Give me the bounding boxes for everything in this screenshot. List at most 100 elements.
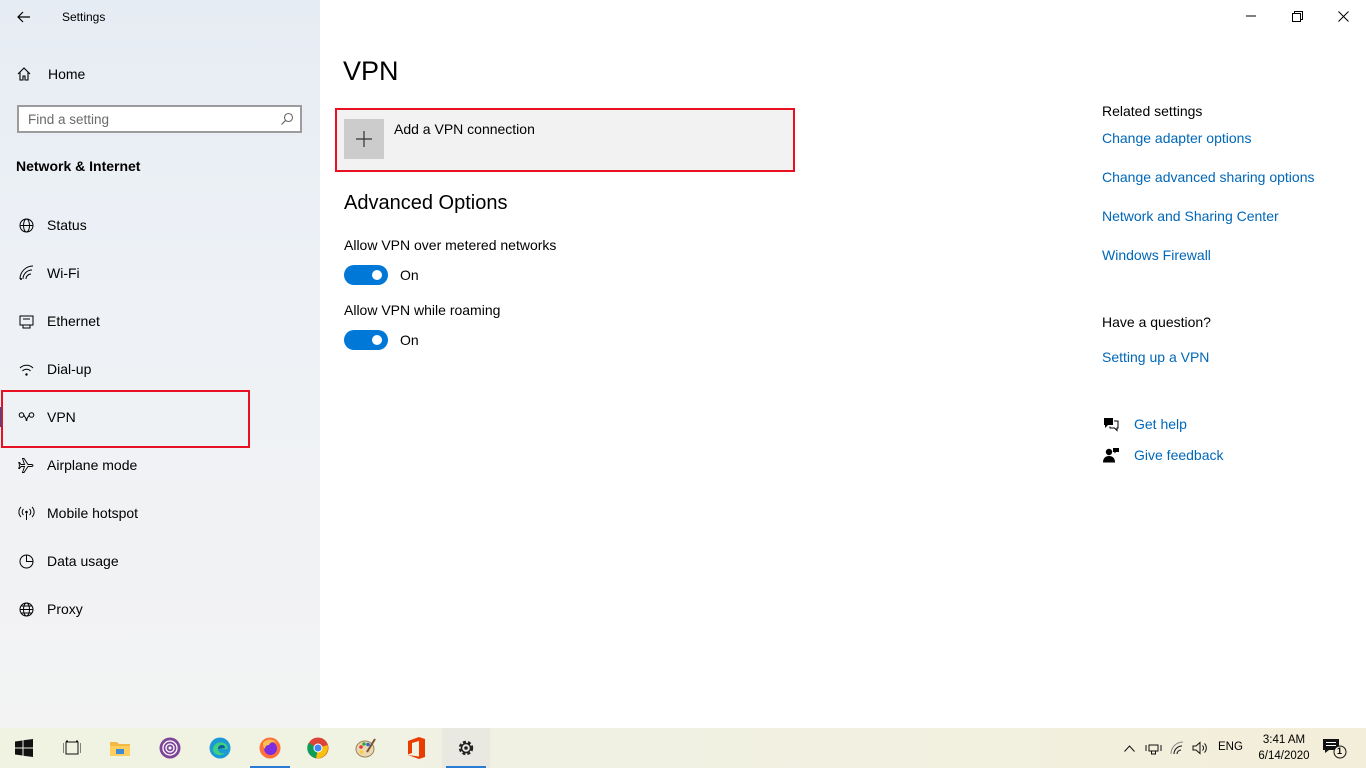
get-help-label: Get help (1134, 416, 1187, 432)
sidebar-item-label: Airplane mode (47, 457, 138, 473)
sidebar-item-label: Status (47, 217, 87, 233)
notification-count: 1 (1337, 746, 1343, 756)
edge-icon (209, 737, 231, 759)
notification-icon (1323, 739, 1347, 759)
network-icon (1145, 744, 1161, 755)
chevron-up-icon (1123, 744, 1135, 752)
file-explorer-icon (110, 742, 130, 756)
give-feedback-label: Give feedback (1134, 447, 1224, 463)
add-vpn-label: Add a VPN connection (394, 121, 535, 137)
question-heading: Have a question? (1102, 314, 1211, 330)
firefox-button[interactable] (246, 728, 294, 768)
sidebar-item-dial-up[interactable]: Dial-up (0, 347, 320, 391)
language-indicator[interactable]: ENG (1218, 741, 1243, 753)
paint-button[interactable] (342, 728, 390, 768)
hotspot-icon (16, 505, 36, 522)
file-explorer-button[interactable] (96, 728, 144, 768)
wifi-tray-button[interactable] (1168, 738, 1188, 758)
sidebar-item-label: VPN (47, 409, 76, 425)
sidebar: Settings Home Network & Internet Status … (0, 0, 320, 728)
tor-browser-icon (159, 737, 181, 759)
wifi-icon (16, 265, 36, 282)
chrome-icon (307, 737, 329, 759)
sidebar-item-status[interactable]: Status (0, 203, 320, 247)
speaker-icon (1192, 741, 1207, 755)
sidebar-item-label: Proxy (47, 601, 83, 617)
paint-icon (355, 738, 376, 758)
task-view-icon (63, 740, 81, 755)
windows-firewall-link[interactable]: Windows Firewall (1102, 247, 1211, 263)
sidebar-item-vpn[interactable]: VPN (0, 395, 320, 439)
restore-icon (1291, 10, 1303, 22)
add-vpn-connection-button[interactable]: Add a VPN connection (337, 110, 793, 170)
sidebar-item-proxy[interactable]: Proxy (0, 587, 320, 631)
network-tray-button[interactable] (1143, 738, 1163, 758)
metered-networks-toggle[interactable] (344, 265, 388, 285)
vpn-icon (16, 411, 36, 423)
sidebar-item-label: Wi-Fi (47, 265, 80, 281)
give-feedback-link[interactable]: Give feedback (1101, 447, 1224, 463)
sidebar-item-data-usage[interactable]: Data usage (0, 539, 320, 583)
roaming-label: Allow VPN while roaming (344, 302, 501, 318)
roaming-toggle[interactable] (344, 330, 388, 350)
metered-networks-label: Allow VPN over metered networks (344, 237, 557, 253)
home-label: Home (48, 66, 86, 82)
back-button[interactable] (10, 4, 38, 30)
globe-status-icon (16, 217, 36, 234)
start-icon (15, 739, 33, 757)
clock-time: 3:41 AM (1262, 734, 1306, 746)
back-arrow-icon (17, 11, 30, 23)
advanced-options-heading: Advanced Options (344, 192, 508, 214)
task-view-button[interactable] (48, 728, 96, 768)
globe-icon (16, 601, 36, 618)
close-button[interactable] (1320, 0, 1366, 32)
feedback-person-icon (1101, 447, 1121, 463)
app-title: Settings (62, 10, 106, 24)
related-settings-heading: Related settings (1102, 103, 1203, 119)
page-title: VPN (343, 56, 399, 86)
edge-button[interactable] (196, 728, 244, 768)
get-help-link[interactable]: Get help (1101, 416, 1187, 432)
change-adapter-options-link[interactable]: Change adapter options (1102, 130, 1251, 146)
chrome-button[interactable] (294, 728, 342, 768)
restore-button[interactable] (1274, 0, 1320, 32)
volume-tray-button[interactable] (1190, 738, 1210, 758)
chat-help-icon (1101, 416, 1121, 432)
minimize-icon (1246, 15, 1256, 17)
plus-icon (344, 119, 384, 159)
change-advanced-sharing-link[interactable]: Change advanced sharing options (1102, 169, 1315, 185)
home-nav-item[interactable]: Home (16, 64, 85, 84)
search-icon[interactable] (274, 112, 300, 126)
section-title: Network & Internet (16, 158, 141, 174)
sidebar-item-mobile-hotspot[interactable]: Mobile hotspot (0, 491, 320, 535)
search-input[interactable] (19, 106, 274, 132)
taskbar: ENG 3:41 AM 6/14/2020 1 (0, 728, 1366, 768)
metered-networks-state: On (400, 267, 419, 283)
wifi-tray-icon (1170, 741, 1184, 755)
clock[interactable]: 3:41 AM 6/14/2020 (1253, 732, 1315, 764)
home-icon (16, 66, 34, 82)
dial-up-icon (16, 361, 36, 378)
office-icon (408, 737, 425, 759)
ethernet-icon (16, 313, 36, 330)
settings-taskbar-button[interactable] (442, 728, 490, 768)
tor-browser-button[interactable] (146, 728, 194, 768)
settings-gear-icon (458, 740, 474, 756)
show-hidden-icons-button[interactable] (1119, 738, 1139, 758)
search-box[interactable] (17, 105, 302, 133)
action-center-button[interactable]: 1 (1322, 738, 1348, 759)
setting-up-vpn-link[interactable]: Setting up a VPN (1102, 349, 1209, 365)
sidebar-item-label: Data usage (47, 553, 119, 569)
office-button[interactable] (392, 728, 440, 768)
sidebar-item-airplane-mode[interactable]: Airplane mode (0, 443, 320, 487)
network-sharing-center-link[interactable]: Network and Sharing Center (1102, 208, 1279, 224)
sidebar-item-label: Mobile hotspot (47, 505, 139, 521)
sidebar-item-label: Ethernet (47, 313, 100, 329)
sidebar-item-wifi[interactable]: Wi-Fi (0, 251, 320, 295)
minimize-button[interactable] (1228, 0, 1274, 32)
firefox-icon (259, 737, 281, 759)
roaming-state: On (400, 332, 419, 348)
airplane-icon (16, 457, 36, 474)
start-button[interactable] (0, 728, 48, 768)
sidebar-item-ethernet[interactable]: Ethernet (0, 299, 320, 343)
